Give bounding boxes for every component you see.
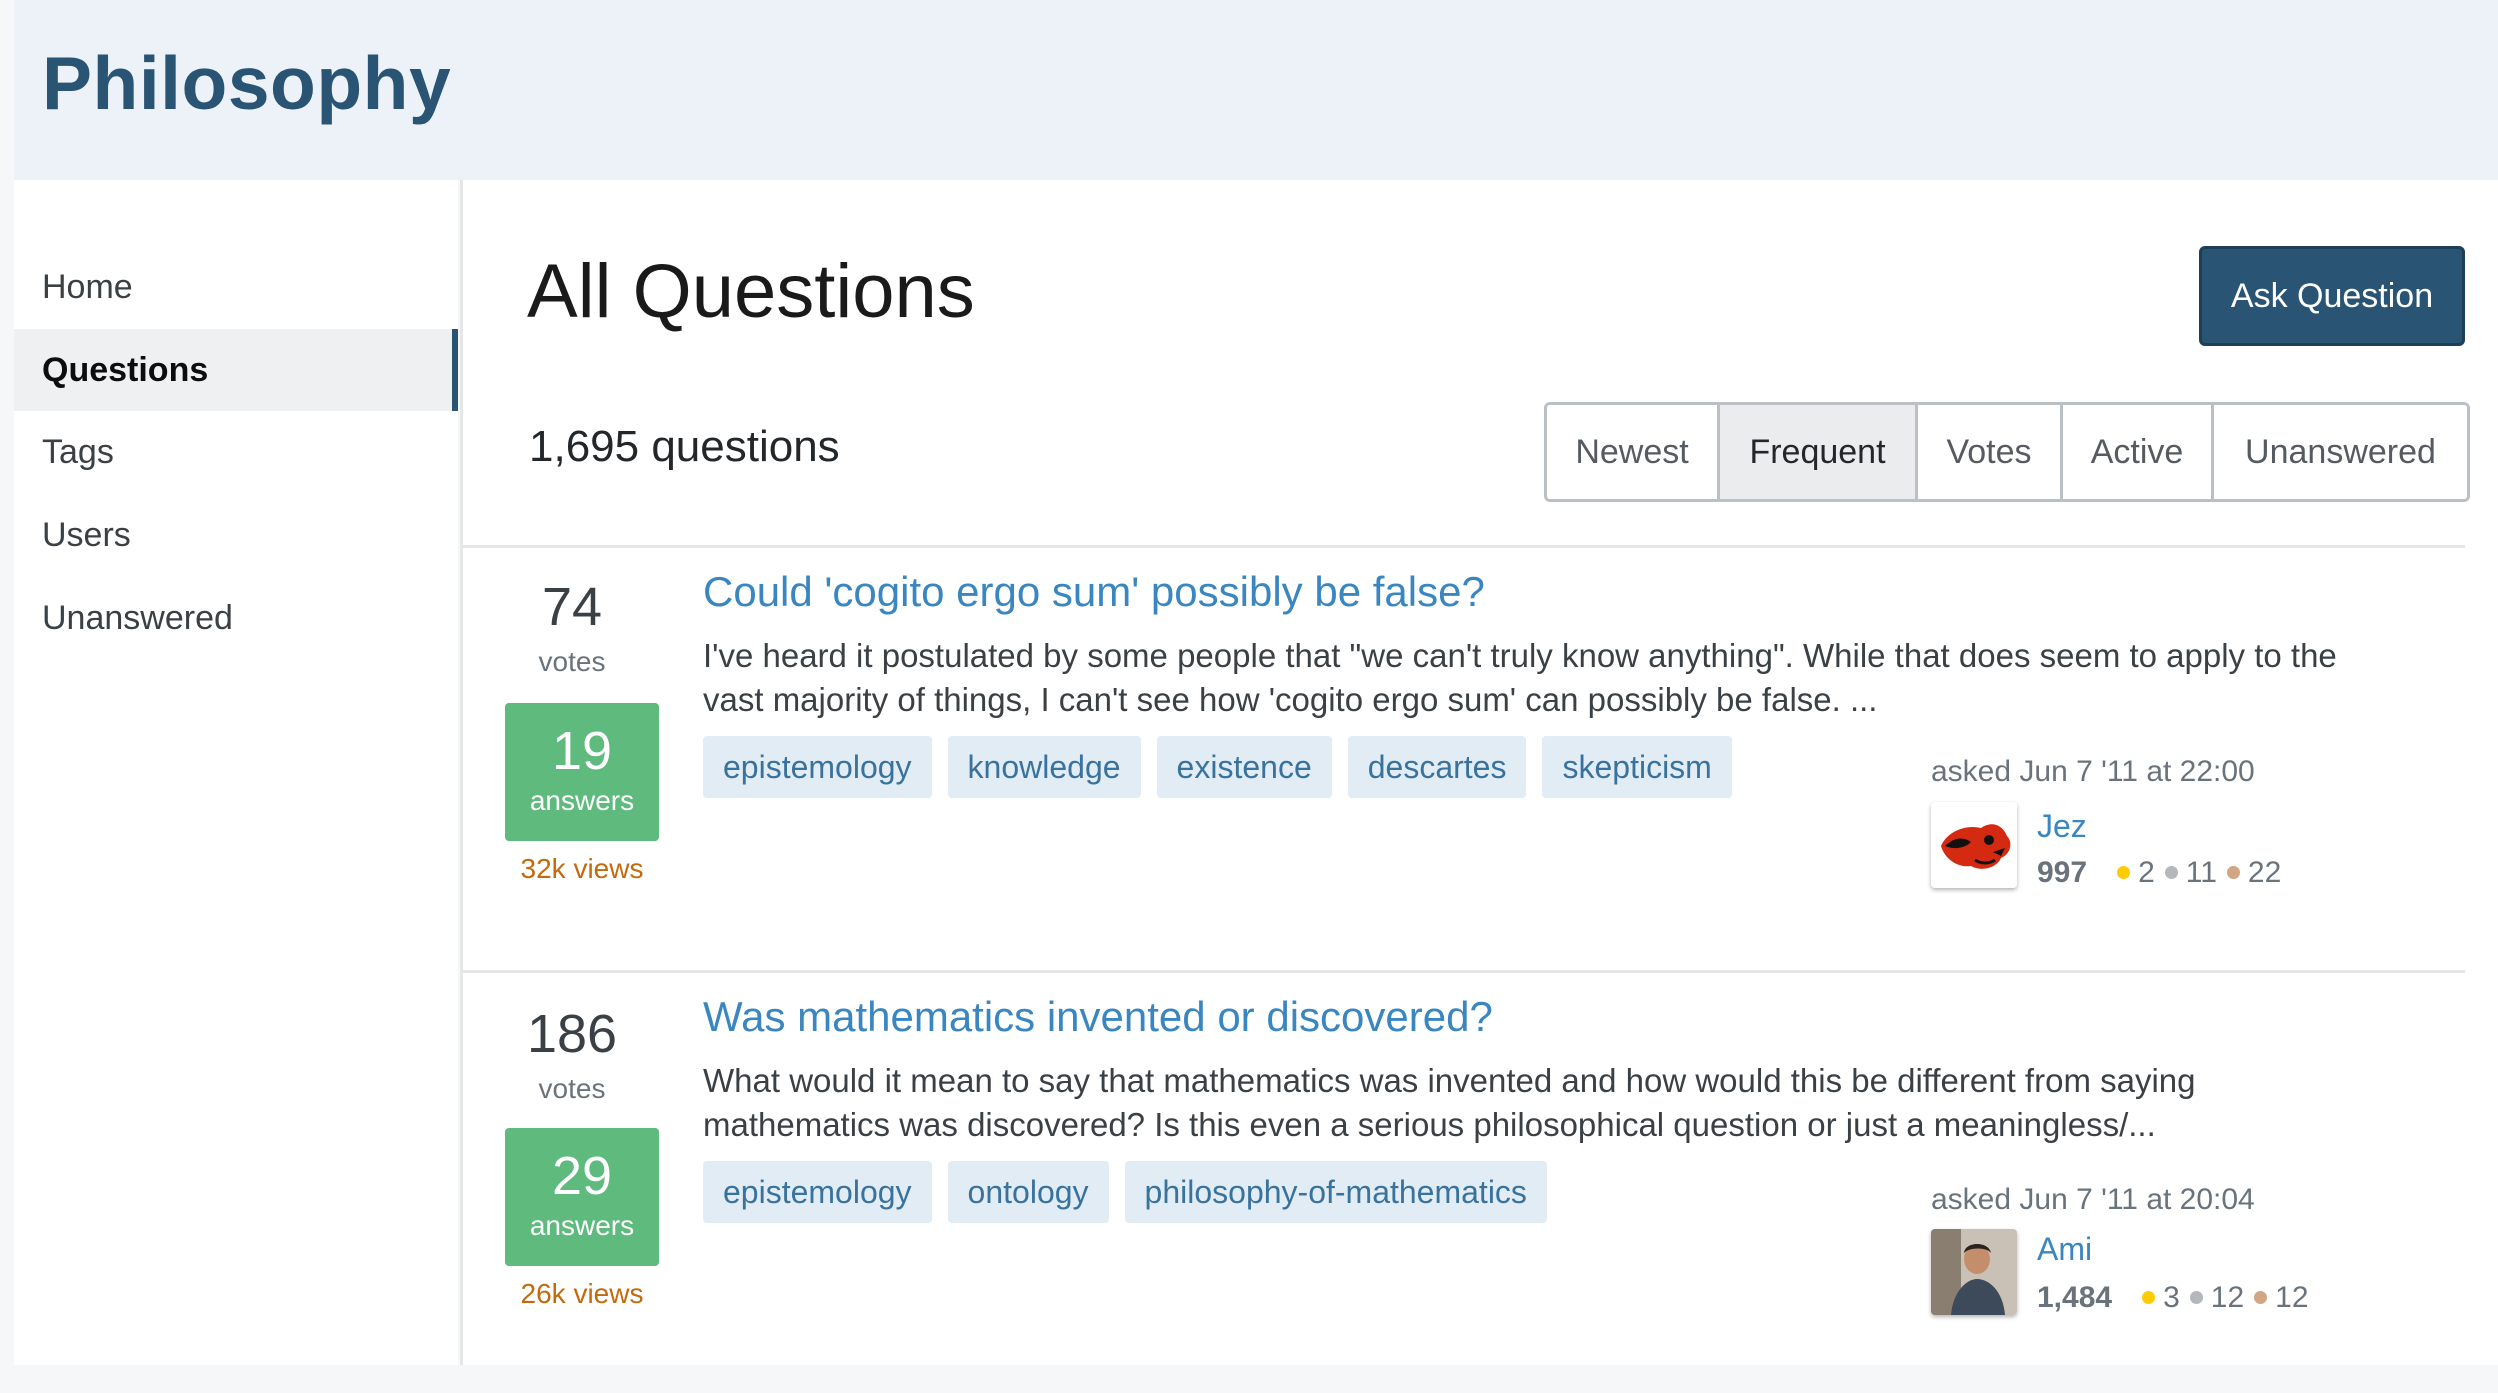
excerpt-line: I've heard it postulated by some people … [703, 637, 2337, 674]
silver-badge-count: 11 [2185, 856, 2217, 889]
question-excerpt: What would it mean to say that mathemati… [703, 1059, 2453, 1147]
tab-active[interactable]: Active [2063, 405, 2214, 499]
site-header: Philosophy [14, 0, 2498, 180]
user-name-link[interactable]: Ami [2037, 1231, 2092, 1268]
bronze-badge-count: 12 [2275, 1281, 2309, 1314]
red-fox-avatar-icon [1931, 802, 2017, 888]
tag-list: epistemology knowledge existence descart… [703, 736, 1732, 798]
question-title-link[interactable]: Was mathematics invented or discovered? [703, 993, 1493, 1041]
question-summary: 74 votes 19 answers 32k views Could 'cog… [463, 548, 2465, 968]
gold-badge-count: 3 [2163, 1281, 2180, 1314]
question-excerpt: I've heard it postulated by some people … [703, 634, 2453, 722]
excerpt-line: vast majority of things, I can't see how… [703, 681, 1878, 718]
tab-unanswered[interactable]: Unanswered [2214, 405, 2467, 499]
silver-badge-count: 12 [2210, 1281, 2245, 1314]
gold-badge-icon [2142, 1291, 2156, 1305]
gold-badge-icon [2117, 866, 2131, 880]
reputation-score: 997 [2037, 856, 2088, 889]
tag-philosophy-of-mathematics[interactable]: philosophy-of-mathematics [1124, 1161, 1547, 1223]
answer-label: answers [529, 785, 635, 816]
main-content: All Questions Ask Question 1,695 questio… [460, 180, 2498, 1365]
tag-ontology[interactable]: ontology [947, 1161, 1109, 1223]
bronze-badge-icon [2226, 866, 2240, 880]
bronze-badge-icon [2254, 1291, 2268, 1305]
site-title[interactable]: Philosophy [42, 40, 451, 126]
view-count: 32k views [520, 853, 644, 884]
tag-epistemology[interactable]: epistemology [703, 736, 932, 798]
vote-count: 74 [541, 577, 603, 637]
question-count: 1,695 questions [529, 422, 840, 471]
page-title: All Questions [527, 249, 975, 334]
user-photo-avatar-icon [1931, 1229, 2017, 1315]
answer-label: answers [529, 1210, 635, 1241]
tag-existence[interactable]: existence [1156, 736, 1332, 798]
tag-skepticism[interactable]: skepticism [1542, 736, 1732, 798]
question-title-link[interactable]: Could 'cogito ergo sum' possibly be fals… [703, 568, 1485, 616]
user-avatar[interactable] [1931, 1229, 2017, 1315]
answer-count-badge[interactable]: 19 answers [505, 703, 659, 841]
answer-count: 19 [551, 721, 613, 781]
asked-timestamp: asked Jun 7 '11 at 20:04 [1931, 1183, 2255, 1216]
silver-badge-icon [2164, 866, 2178, 880]
silver-badge-icon [2189, 1291, 2203, 1305]
nav-item-users[interactable]: Users [14, 494, 458, 576]
sort-tabs: Newest Frequent Votes Active Unanswered [1544, 402, 2470, 502]
tab-frequent[interactable]: Frequent [1720, 405, 1918, 499]
tag-list: epistemology ontology philosophy-of-math… [703, 1161, 1547, 1223]
bronze-badge-count: 22 [2247, 856, 2282, 889]
user-reputation: 1,484 3 12 12 [2037, 1281, 2309, 1315]
tag-epistemology[interactable]: epistemology [703, 1161, 932, 1223]
view-count: 26k views [520, 1278, 644, 1309]
tab-votes[interactable]: Votes [1918, 405, 2063, 499]
excerpt-line: What would it mean to say that mathemati… [703, 1062, 2196, 1099]
vote-count: 186 [526, 1004, 618, 1064]
tag-knowledge[interactable]: knowledge [947, 736, 1141, 798]
user-reputation: 997 2 11 22 [2037, 856, 2281, 890]
vote-label: votes [538, 646, 606, 677]
nav-item-questions[interactable]: Questions [14, 329, 458, 411]
nav-item-label: Questions [42, 351, 209, 389]
gold-badge-count: 2 [2138, 856, 2155, 889]
tag-descartes[interactable]: descartes [1347, 736, 1527, 798]
asked-timestamp: asked Jun 7 '11 at 22:00 [1931, 755, 2255, 788]
nav-item-tags[interactable]: Tags [14, 411, 458, 493]
vote-label: votes [538, 1073, 606, 1104]
sidebar-nav: Home Questions Tags Users Unanswered [14, 180, 458, 1365]
user-name-link[interactable]: Jez [2037, 808, 2087, 845]
excerpt-line: mathematics was discovered? Is this even… [703, 1106, 2156, 1143]
ask-question-button[interactable]: Ask Question [2199, 246, 2465, 346]
nav-item-home[interactable]: Home [14, 246, 458, 328]
nav-item-unanswered[interactable]: Unanswered [14, 577, 458, 659]
reputation-score: 1,484 [2037, 1281, 2113, 1314]
tab-newest[interactable]: Newest [1547, 405, 1720, 499]
question-summary: 186 votes 29 answers 26k views Was mathe… [463, 973, 2465, 1393]
answer-count: 29 [551, 1146, 613, 1206]
answer-count-badge[interactable]: 29 answers [505, 1128, 659, 1266]
user-avatar[interactable] [1931, 802, 2017, 888]
